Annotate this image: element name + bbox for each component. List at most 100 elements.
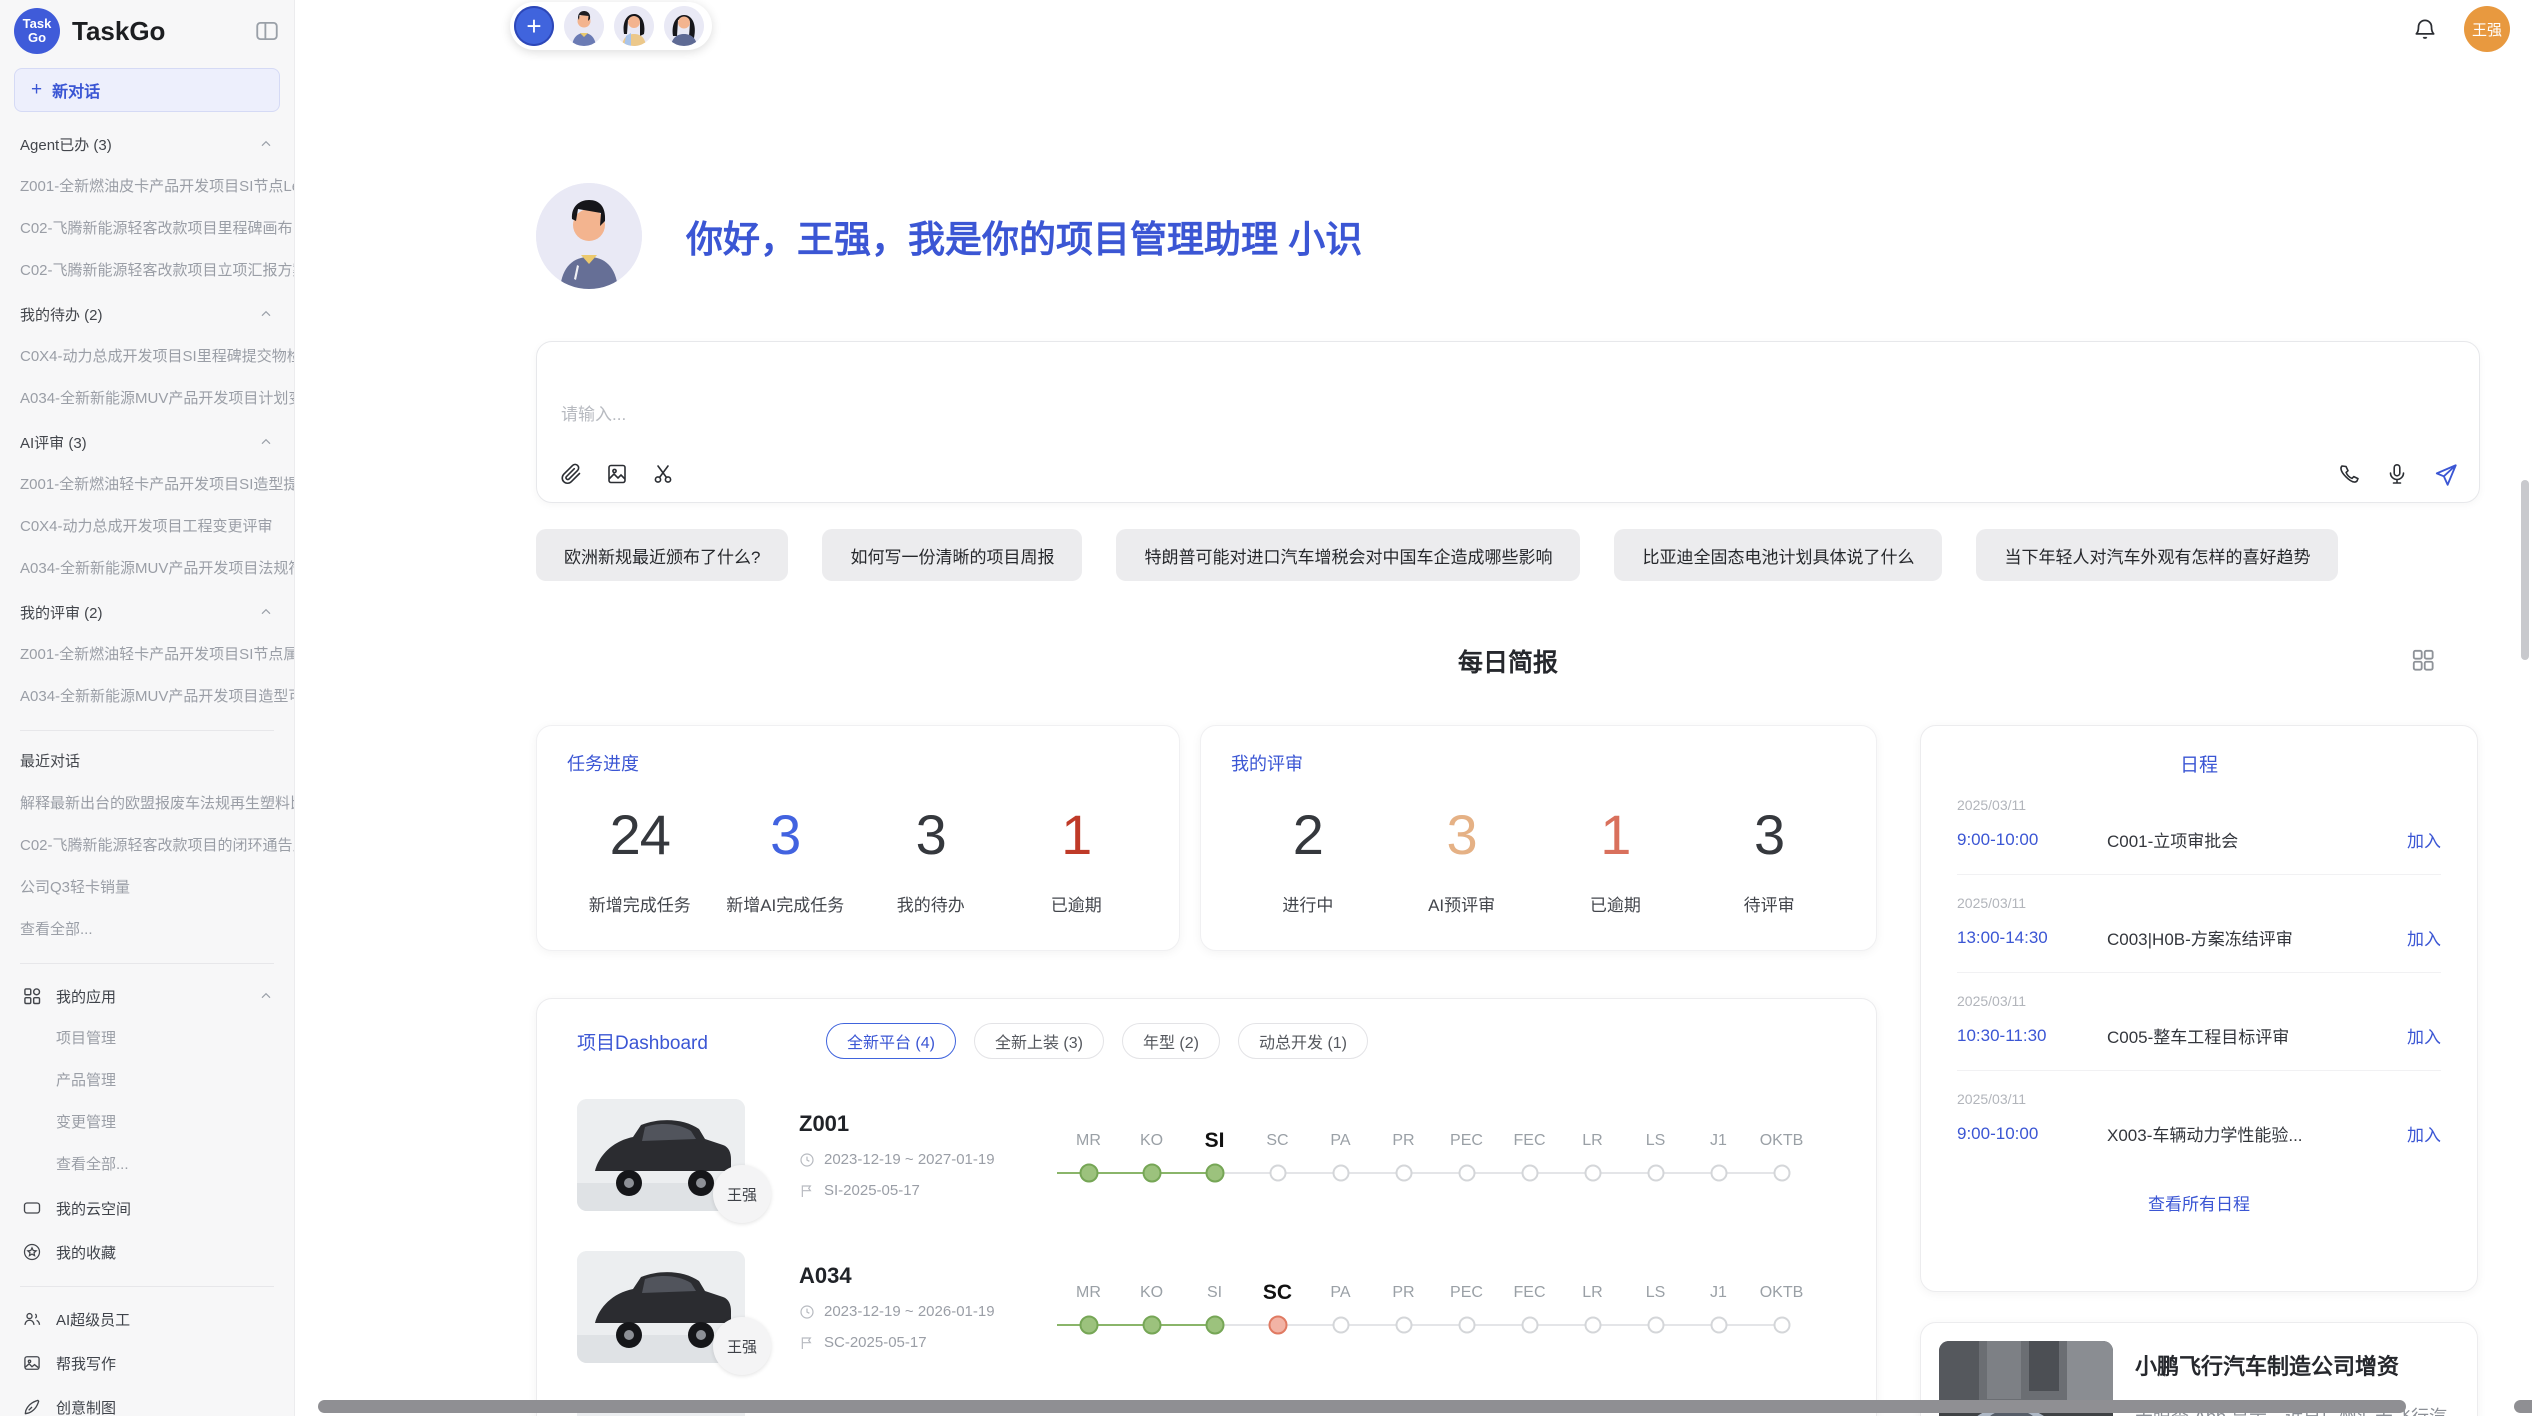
view-all-schedule-link[interactable]: 查看所有日程 [1957,1190,2441,1215]
milestone-dot-track [1246,1162,1309,1184]
milestone-dot[interactable] [1269,1165,1286,1182]
milestone-dot[interactable] [1205,1316,1224,1335]
milestone-dot-track [1120,1314,1183,1336]
dashboard-tab[interactable]: 动总开发 (1) [1238,1023,1368,1059]
member-avatar[interactable] [564,6,604,46]
chevron-up-icon[interactable] [258,988,274,1004]
milestone-dot-track [1750,1314,1813,1336]
dashboard-tab[interactable]: 全新平台 (4) [826,1023,956,1059]
chevron-up-icon[interactable] [258,136,274,152]
recent-chat-item[interactable]: 查看全部... [20,909,294,951]
milestone-dot[interactable] [1773,1165,1790,1182]
join-link[interactable]: 加入 [2407,1023,2441,1048]
project-image: 王强 [577,1099,745,1211]
milestone-label: PA [1309,1126,1372,1162]
suggestion-chip[interactable]: 比亚迪全固态电池计划具体说了什么 [1614,529,1942,581]
milestone-dot[interactable] [1584,1165,1601,1182]
milestone-dot[interactable] [1458,1165,1475,1182]
add-member-button[interactable]: + [514,6,554,46]
milestone-dot[interactable] [1647,1317,1664,1334]
milestone-dot[interactable] [1079,1164,1098,1183]
milestone-dot[interactable] [1710,1165,1727,1182]
sidebar-tool-ai-staff[interactable]: AI超级员工 [20,1297,294,1341]
milestone-label: KO [1120,1278,1183,1314]
input-right-icons [2337,462,2457,486]
collapse-sidebar-icon[interactable] [254,18,280,44]
milestone-dot[interactable] [1332,1165,1349,1182]
milestone-dot[interactable] [1710,1317,1727,1334]
recent-chat-item[interactable]: C02-飞腾新能源轻客改款项目的闭环通告反馈情况 [20,825,294,867]
dashboard-tab[interactable]: 年型 (2) [1122,1023,1220,1059]
sidebar-task-item[interactable]: A034-全新新能源MUV产品开发项目造型可行性评审 [20,676,294,718]
app-sub-item[interactable]: 产品管理 [20,1060,294,1102]
suggestion-chip[interactable]: 欧洲新规最近颁布了什么? [536,529,788,581]
send-icon[interactable] [2433,462,2457,486]
join-link[interactable]: 加入 [2407,827,2441,852]
app-sub-item[interactable]: 项目管理 [20,1018,294,1060]
chevron-up-icon[interactable] [258,306,274,322]
schedule-item: 2025/03/119:00-10:00X003-车辆动力学性能验...加入 [1957,1071,2441,1168]
member-avatar[interactable] [664,6,704,46]
sidebar-item-my-apps[interactable]: 我的应用 [20,974,294,1018]
milestone-dot[interactable] [1521,1165,1538,1182]
user-avatar[interactable]: 王强 [2464,6,2510,52]
project-row[interactable]: 王强A0342023-12-19 ~ 2026-01-19SC-2025-05-… [577,1251,1836,1363]
dashboard-tab[interactable]: 全新上装 (3) [974,1023,1104,1059]
milestone-dot[interactable] [1458,1317,1475,1334]
milestone-dot[interactable] [1647,1165,1664,1182]
recent-chat-item[interactable]: 公司Q3轻卡销量 [20,867,294,909]
suggestion-chip[interactable]: 特朗普可能对进口汽车增税会对中国车企造成哪些影响 [1116,529,1580,581]
milestone-dot[interactable] [1332,1317,1349,1334]
horizontal-scrollbar-stub[interactable] [2514,1400,2532,1413]
scissors-icon[interactable] [651,462,675,486]
sidebar-task-item[interactable]: C02-飞腾新能源轻客改款项目立项汇报方案 [20,250,294,292]
schedule-name: C003|H0B-方案冻结评审 [2107,925,2407,950]
suggestion-chip[interactable]: 如何写一份清晰的项目周报 [822,529,1082,581]
chat-input[interactable] [537,342,2479,442]
milestone-dot[interactable] [1395,1165,1412,1182]
attachment-icon[interactable] [559,462,583,486]
sidebar-tool-write-help[interactable]: 帮我写作 [20,1341,294,1385]
vertical-scrollbar[interactable] [2521,480,2529,660]
horizontal-scrollbar[interactable] [318,1400,2406,1413]
sidebar-task-item[interactable]: A034-全新新能源MUV产品开发项目法规符合性评审 [20,548,294,590]
sidebar-tool-creative-draw[interactable]: 创意制图 [20,1385,294,1416]
milestone-dot[interactable] [1079,1316,1098,1335]
sidebar-task-item[interactable]: Z001-全新燃油皮卡产品开发项目SI节点Lesson Learn报告 [20,166,294,208]
layout-grid-icon[interactable] [2410,647,2436,673]
milestone-dot[interactable] [1205,1164,1224,1183]
milestone-dot[interactable] [1773,1317,1790,1334]
milestone-dot[interactable] [1521,1317,1538,1334]
sidebar-task-item[interactable]: Z001-全新燃油轻卡产品开发项目SI节点属性5D文件评审 [20,634,294,676]
milestone-label: J1 [1687,1278,1750,1314]
sidebar-task-item[interactable]: C02-飞腾新能源轻客改款项目里程碑画布 [20,208,294,250]
microphone-icon[interactable] [2385,462,2409,486]
new-chat-button[interactable]: + 新对话 [14,68,280,112]
app-sub-item[interactable]: 查看全部... [20,1144,294,1186]
sidebar-lists: Agent已办 (3)Z001-全新燃油皮卡产品开发项目SI节点Lesson L… [0,122,294,1416]
milestone-dot[interactable] [1268,1316,1287,1335]
project-row[interactable]: 王强Z0012023-12-19 ~ 2027-01-19SI-2025-05-… [577,1099,1836,1211]
join-link[interactable]: 加入 [2407,925,2441,950]
milestone-dot[interactable] [1584,1317,1601,1334]
sidebar-task-item[interactable]: A034-全新新能源MUV产品开发项目计划变更类编写 [20,378,294,420]
sidebar-task-item[interactable]: C0X4-动力总成开发项目SI里程碑提交物检查 [20,336,294,378]
suggestion-chip[interactable]: 当下年轻人对汽车外观有怎样的喜好趋势 [1976,529,2338,581]
milestone-dot[interactable] [1142,1316,1161,1335]
sidebar-link-favorites[interactable]: 我的收藏 [20,1230,294,1274]
app-sub-item[interactable]: 变更管理 [20,1102,294,1144]
join-link[interactable]: 加入 [2407,1121,2441,1146]
phone-icon[interactable] [2337,462,2361,486]
chevron-up-icon[interactable] [258,604,274,620]
milestone-dot[interactable] [1142,1164,1161,1183]
chevron-up-icon[interactable] [258,434,274,450]
member-avatar[interactable] [614,6,654,46]
notification-bell-icon[interactable] [2412,16,2438,42]
sidebar-link-cloud-space[interactable]: 我的云空间 [20,1186,294,1230]
sidebar-task-item[interactable]: C0X4-动力总成开发项目工程变更评审 [20,506,294,548]
stat-label: 新增AI完成任务 [713,891,859,916]
sidebar-task-item[interactable]: Z001-全新燃油轻卡产品开发项目SI造型提交物评审 [20,464,294,506]
image-icon[interactable] [605,462,629,486]
milestone-dot[interactable] [1395,1317,1412,1334]
recent-chat-item[interactable]: 解释最新出台的欧盟报废车法规再生塑料比例被调至15%... [20,783,294,825]
